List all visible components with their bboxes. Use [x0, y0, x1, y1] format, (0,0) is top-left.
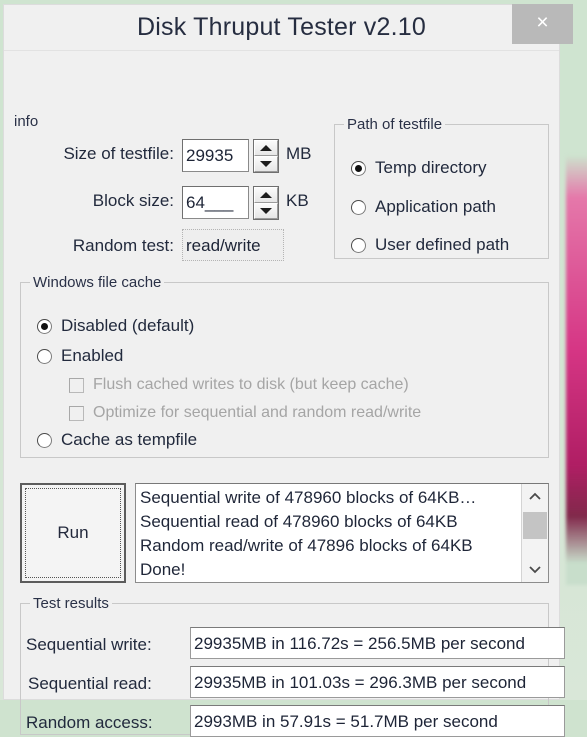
- random-test-value: read/write: [182, 229, 284, 261]
- radio-indicator: [37, 318, 52, 334]
- path-group-title: Path of testfile: [344, 116, 446, 133]
- size-of-testfile-unit: MB: [286, 144, 312, 163]
- spinner-down-icon[interactable]: [254, 156, 278, 172]
- checkbox-label: Flush cached writes to disk (but keep ca…: [93, 376, 409, 393]
- sequential-read-label: Sequential read:: [28, 674, 152, 693]
- close-button[interactable]: ×: [512, 4, 573, 44]
- cache-group-title: Windows file cache: [30, 274, 165, 291]
- scrollbar-thumb[interactable]: [523, 512, 547, 539]
- run-button-label: Run: [57, 523, 89, 542]
- radio-user-defined-path[interactable]: User defined path: [351, 235, 509, 255]
- sequential-write-label: Sequential write:: [26, 635, 152, 654]
- results-group-title: Test results: [30, 595, 112, 612]
- radio-indicator: [37, 348, 52, 364]
- random-access-label: Random access:: [26, 713, 153, 732]
- chevron-up-icon[interactable]: [522, 484, 548, 510]
- radio-label: Application path: [375, 197, 496, 216]
- log-lines: Sequential write of 478960 blocks of 64K…: [136, 484, 521, 582]
- size-of-testfile-input[interactable]: 29935: [182, 139, 249, 172]
- radio-label: User defined path: [375, 235, 510, 254]
- block-size-spinner[interactable]: [253, 186, 279, 220]
- radio-cache-enabled[interactable]: Enabled: [37, 346, 123, 366]
- block-size-input[interactable]: 64___: [182, 186, 249, 219]
- radio-indicator: [351, 199, 366, 215]
- radio-indicator: [351, 237, 366, 253]
- sequential-write-value: 29935MB in 116.72s = 256.5MB per second: [190, 627, 565, 659]
- checkbox-indicator: [69, 405, 84, 421]
- log-line: Random read/write of 47896 blocks of 64K…: [140, 536, 473, 555]
- spinner-up-icon[interactable]: [254, 187, 278, 203]
- sequential-read-value: 29935MB in 101.03s = 296.3MB per second: [190, 666, 565, 698]
- radio-cache-as-tempfile[interactable]: Cache as tempfile: [37, 430, 197, 450]
- title-bar: Disk Thruput Tester v2.10 ×: [4, 4, 573, 51]
- run-button[interactable]: Run: [20, 483, 126, 583]
- chevron-down-icon[interactable]: [522, 556, 548, 582]
- checkbox-flush-cached-writes[interactable]: Flush cached writes to disk (but keep ca…: [69, 376, 409, 394]
- wallpaper-accent: [566, 155, 587, 585]
- checkbox-label: Optimize for sequential and random read/…: [93, 404, 422, 421]
- radio-label: Cache as tempfile: [61, 430, 198, 449]
- size-of-testfile-spinner[interactable]: [253, 139, 279, 173]
- block-size-unit: KB: [286, 191, 309, 210]
- radio-indicator: [37, 432, 52, 448]
- spinner-up-icon[interactable]: [254, 140, 278, 156]
- radio-label: Temp directory: [375, 158, 487, 177]
- log-list-box[interactable]: Sequential write of 478960 blocks of 64K…: [135, 483, 549, 583]
- radio-temp-directory[interactable]: Temp directory: [351, 158, 486, 178]
- info-group-title: info: [14, 113, 39, 130]
- checkbox-indicator: [69, 377, 84, 393]
- scrollbar-track[interactable]: [522, 510, 548, 556]
- random-access-value: 2993MB in 57.91s = 51.7MB per second: [190, 705, 565, 737]
- random-test-label: Random test:: [72, 236, 174, 255]
- log-scrollbar[interactable]: [521, 484, 548, 582]
- log-line: Sequential write of 478960 blocks of 64K…: [140, 488, 477, 507]
- radio-label: Disabled (default): [61, 316, 195, 335]
- radio-indicator: [351, 160, 366, 176]
- radio-application-path[interactable]: Application path: [351, 197, 496, 217]
- spinner-down-icon[interactable]: [254, 203, 278, 219]
- app-window: Disk Thruput Tester v2.10 × info Size of…: [3, 4, 573, 737]
- close-icon: ×: [536, 11, 549, 34]
- window-client-area: info Size of testfile: 29935 MB Block si…: [4, 51, 565, 737]
- radio-cache-disabled[interactable]: Disabled (default): [37, 316, 194, 336]
- radio-label: Enabled: [61, 346, 124, 365]
- size-of-testfile-label: Size of testfile:: [63, 144, 174, 163]
- window-title: Disk Thruput Tester v2.10: [137, 13, 426, 41]
- log-line: Done!: [140, 560, 186, 579]
- block-size-label: Block size:: [92, 191, 174, 210]
- log-line: Sequential read of 478960 blocks of 64KB: [140, 512, 458, 531]
- checkbox-optimize-sequential-random[interactable]: Optimize for sequential and random read/…: [69, 404, 421, 422]
